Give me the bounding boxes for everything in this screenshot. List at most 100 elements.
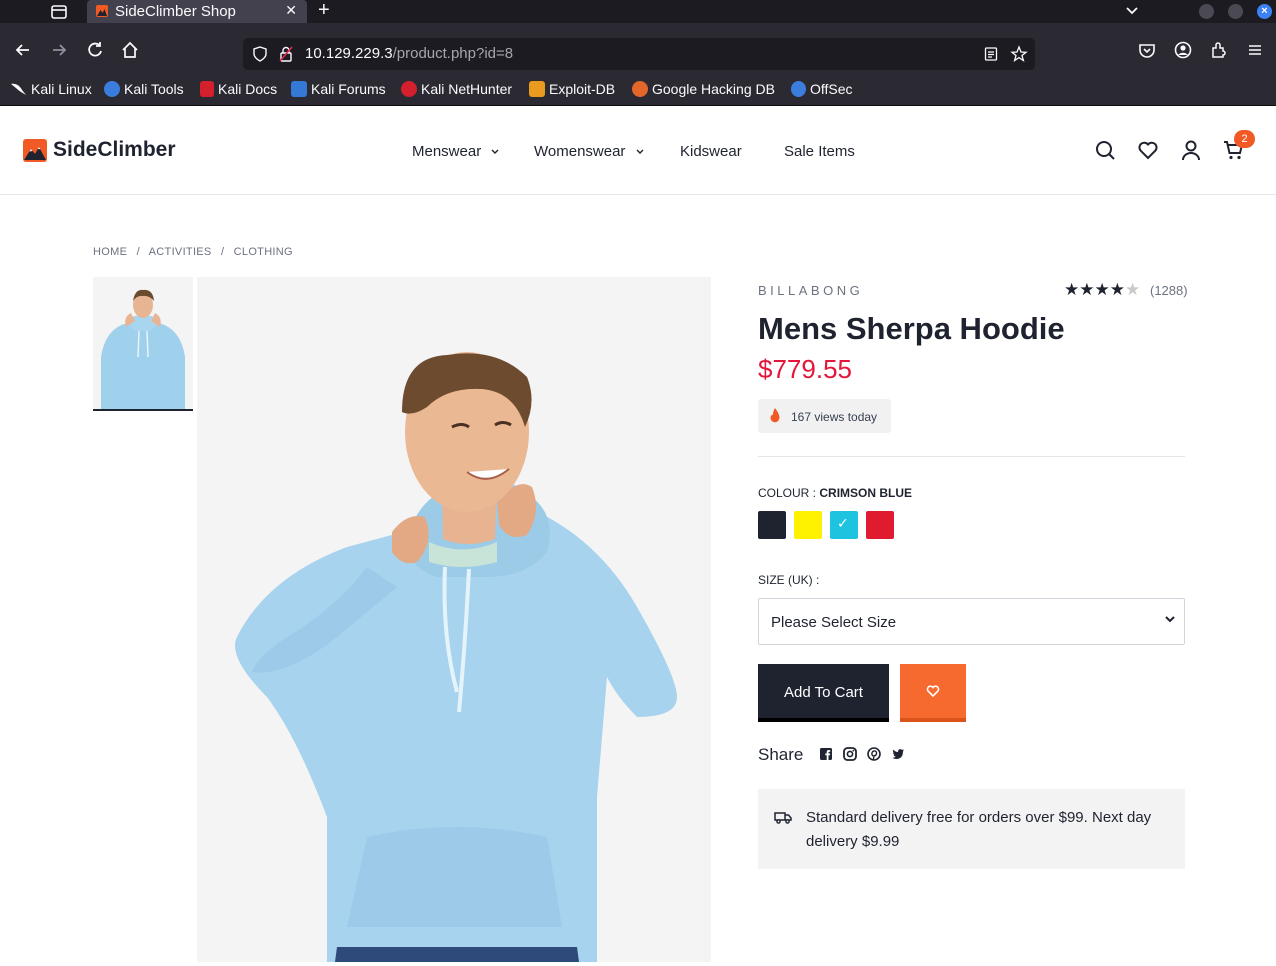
url-bar[interactable]: 10.129.229.3/product.php?id=8 bbox=[243, 38, 1035, 70]
menu-icon[interactable] bbox=[1245, 40, 1265, 60]
user-icon[interactable] bbox=[1180, 139, 1202, 161]
browser-tab[interactable]: SideClimber Shop ✕ bbox=[87, 0, 307, 23]
nav-label: Womenswear bbox=[534, 143, 626, 160]
nav-label: Kidswear bbox=[680, 143, 742, 160]
bookmark-kali-nethunter[interactable]: Kali NetHunter bbox=[401, 81, 512, 97]
swatch-yellow[interactable] bbox=[794, 511, 822, 539]
reader-view-icon[interactable] bbox=[983, 46, 999, 62]
bookmark-kali-tools[interactable]: Kali Tools bbox=[104, 81, 184, 97]
twitter-icon[interactable] bbox=[891, 747, 905, 761]
chevron-down-icon[interactable] bbox=[1124, 2, 1140, 18]
star-icon: ★ bbox=[1109, 280, 1125, 299]
back-arrow-icon[interactable] bbox=[13, 40, 33, 60]
minimize-window-button[interactable] bbox=[1199, 4, 1214, 19]
bookmark-label: Kali Tools bbox=[124, 81, 184, 97]
product-thumbnail[interactable] bbox=[93, 277, 193, 411]
bookmark-label: OffSec bbox=[810, 81, 853, 97]
size-select[interactable]: Please Select Size bbox=[758, 598, 1185, 645]
bookmark-google-hacking-db[interactable]: Google Hacking DB bbox=[632, 81, 775, 97]
close-window-button[interactable]: × bbox=[1257, 4, 1272, 19]
add-to-wishlist-button[interactable] bbox=[900, 664, 966, 722]
breadcrumb: HOME / ACTIVITIES / CLOTHING bbox=[93, 246, 299, 258]
home-icon[interactable] bbox=[120, 40, 140, 60]
delivery-info-box: Standard delivery free for orders over $… bbox=[758, 789, 1185, 869]
size-select-value: Please Select Size bbox=[771, 614, 897, 631]
bookmark-kali-forums[interactable]: Kali Forums bbox=[291, 81, 386, 97]
breadcrumb-separator: / bbox=[136, 246, 140, 258]
cart-count-badge: 2 bbox=[1234, 130, 1255, 148]
bookmark-exploit-db[interactable]: Exploit-DB bbox=[529, 81, 615, 97]
rating-stars: ★★★★★ bbox=[1064, 280, 1140, 300]
account-icon[interactable] bbox=[1173, 40, 1193, 60]
product-brand: BILLABONG bbox=[758, 283, 864, 298]
tab-title: SideClimber Shop bbox=[115, 3, 236, 20]
bookmark-star-icon[interactable] bbox=[1010, 45, 1028, 63]
chevron-down-icon bbox=[636, 149, 644, 154]
offsec-icon bbox=[791, 81, 806, 97]
hoodie-model-thumbnail-image bbox=[93, 277, 193, 409]
bookmark-offsec[interactable]: OffSec bbox=[791, 81, 853, 97]
breadcrumb-activities[interactable]: ACTIVITIES bbox=[149, 246, 212, 258]
swatch-navy[interactable] bbox=[758, 511, 786, 539]
swatch-red[interactable] bbox=[866, 511, 894, 539]
forward-arrow-icon[interactable] bbox=[49, 40, 69, 60]
browser-tab-bar: SideClimber Shop ✕ + × bbox=[0, 0, 1276, 23]
star-icon: ★ bbox=[1079, 280, 1095, 299]
bookmark-label: Kali Docs bbox=[218, 81, 278, 97]
shield-icon[interactable] bbox=[252, 46, 268, 62]
views-text: 167 views today bbox=[791, 410, 878, 424]
breadcrumb-clothing[interactable]: CLOTHING bbox=[234, 246, 293, 258]
star-empty-icon: ★ bbox=[1125, 280, 1141, 299]
nav-sale-items[interactable]: Sale Items bbox=[784, 143, 855, 160]
product-main-image[interactable] bbox=[197, 277, 711, 962]
selected-colour: CRIMSON BLUE bbox=[819, 486, 913, 500]
pinterest-icon[interactable] bbox=[867, 747, 881, 761]
search-icon[interactable] bbox=[1094, 139, 1116, 161]
nethunter-icon bbox=[401, 81, 417, 97]
site-logo[interactable]: SideClimber bbox=[23, 138, 176, 162]
review-count[interactable]: (1288) bbox=[1150, 283, 1188, 298]
nav-menswear[interactable]: Menswear bbox=[412, 143, 499, 160]
kali-tools-icon bbox=[104, 81, 120, 97]
product-title: Mens Sherpa Hoodie bbox=[758, 311, 1065, 346]
wishlist-heart-icon[interactable] bbox=[1137, 139, 1159, 161]
insecure-lock-icon[interactable] bbox=[279, 46, 293, 62]
logo-text: SideClimber bbox=[53, 138, 176, 161]
divider bbox=[758, 456, 1185, 457]
instagram-icon[interactable] bbox=[843, 747, 857, 761]
hoodie-model-image bbox=[197, 277, 711, 962]
add-to-cart-button[interactable]: Add To Cart bbox=[758, 664, 889, 722]
bookmarks-bar: Kali Linux Kali Tools Kali Docs Kali For… bbox=[0, 77, 1276, 106]
maximize-window-button[interactable] bbox=[1228, 4, 1243, 19]
reload-icon[interactable] bbox=[85, 40, 105, 60]
bookmark-label: Google Hacking DB bbox=[652, 81, 775, 97]
colour-label-text: COLOUR : bbox=[758, 486, 817, 500]
breadcrumb-home[interactable]: HOME bbox=[93, 246, 127, 258]
kali-dragon-icon bbox=[11, 83, 26, 95]
truck-icon bbox=[774, 812, 792, 824]
colour-label: COLOUR : CRIMSON BLUE bbox=[758, 486, 912, 500]
new-tab-icon[interactable]: + bbox=[318, 0, 330, 22]
share-label: Share bbox=[758, 745, 804, 764]
swatch-crimson-blue[interactable]: ✓ bbox=[830, 511, 858, 539]
product-price: $779.55 bbox=[758, 354, 852, 384]
size-label: SIZE (UK) : bbox=[758, 573, 820, 587]
tab-overview-icon[interactable] bbox=[48, 2, 70, 22]
star-icon: ★ bbox=[1064, 280, 1080, 299]
extensions-icon[interactable] bbox=[1209, 40, 1229, 60]
facebook-icon[interactable] bbox=[819, 747, 833, 761]
pocket-icon[interactable] bbox=[1137, 40, 1157, 60]
fire-icon bbox=[770, 408, 780, 423]
close-tab-icon[interactable]: ✕ bbox=[285, 2, 297, 19]
bookmark-label: Kali Forums bbox=[311, 81, 386, 97]
breadcrumb-separator: / bbox=[220, 246, 225, 258]
bookmark-label: Kali Linux bbox=[31, 81, 92, 97]
nav-womenswear[interactable]: Womenswear bbox=[534, 143, 644, 160]
kali-forums-icon bbox=[291, 81, 307, 97]
bookmark-kali-docs[interactable]: Kali Docs bbox=[200, 81, 277, 97]
bookmark-kali-linux[interactable]: Kali Linux bbox=[10, 81, 92, 97]
nav-kidswear[interactable]: Kidswear bbox=[680, 143, 742, 160]
bookmark-label: Kali NetHunter bbox=[421, 81, 513, 97]
star-icon: ★ bbox=[1094, 280, 1110, 299]
check-icon: ✓ bbox=[837, 515, 849, 531]
